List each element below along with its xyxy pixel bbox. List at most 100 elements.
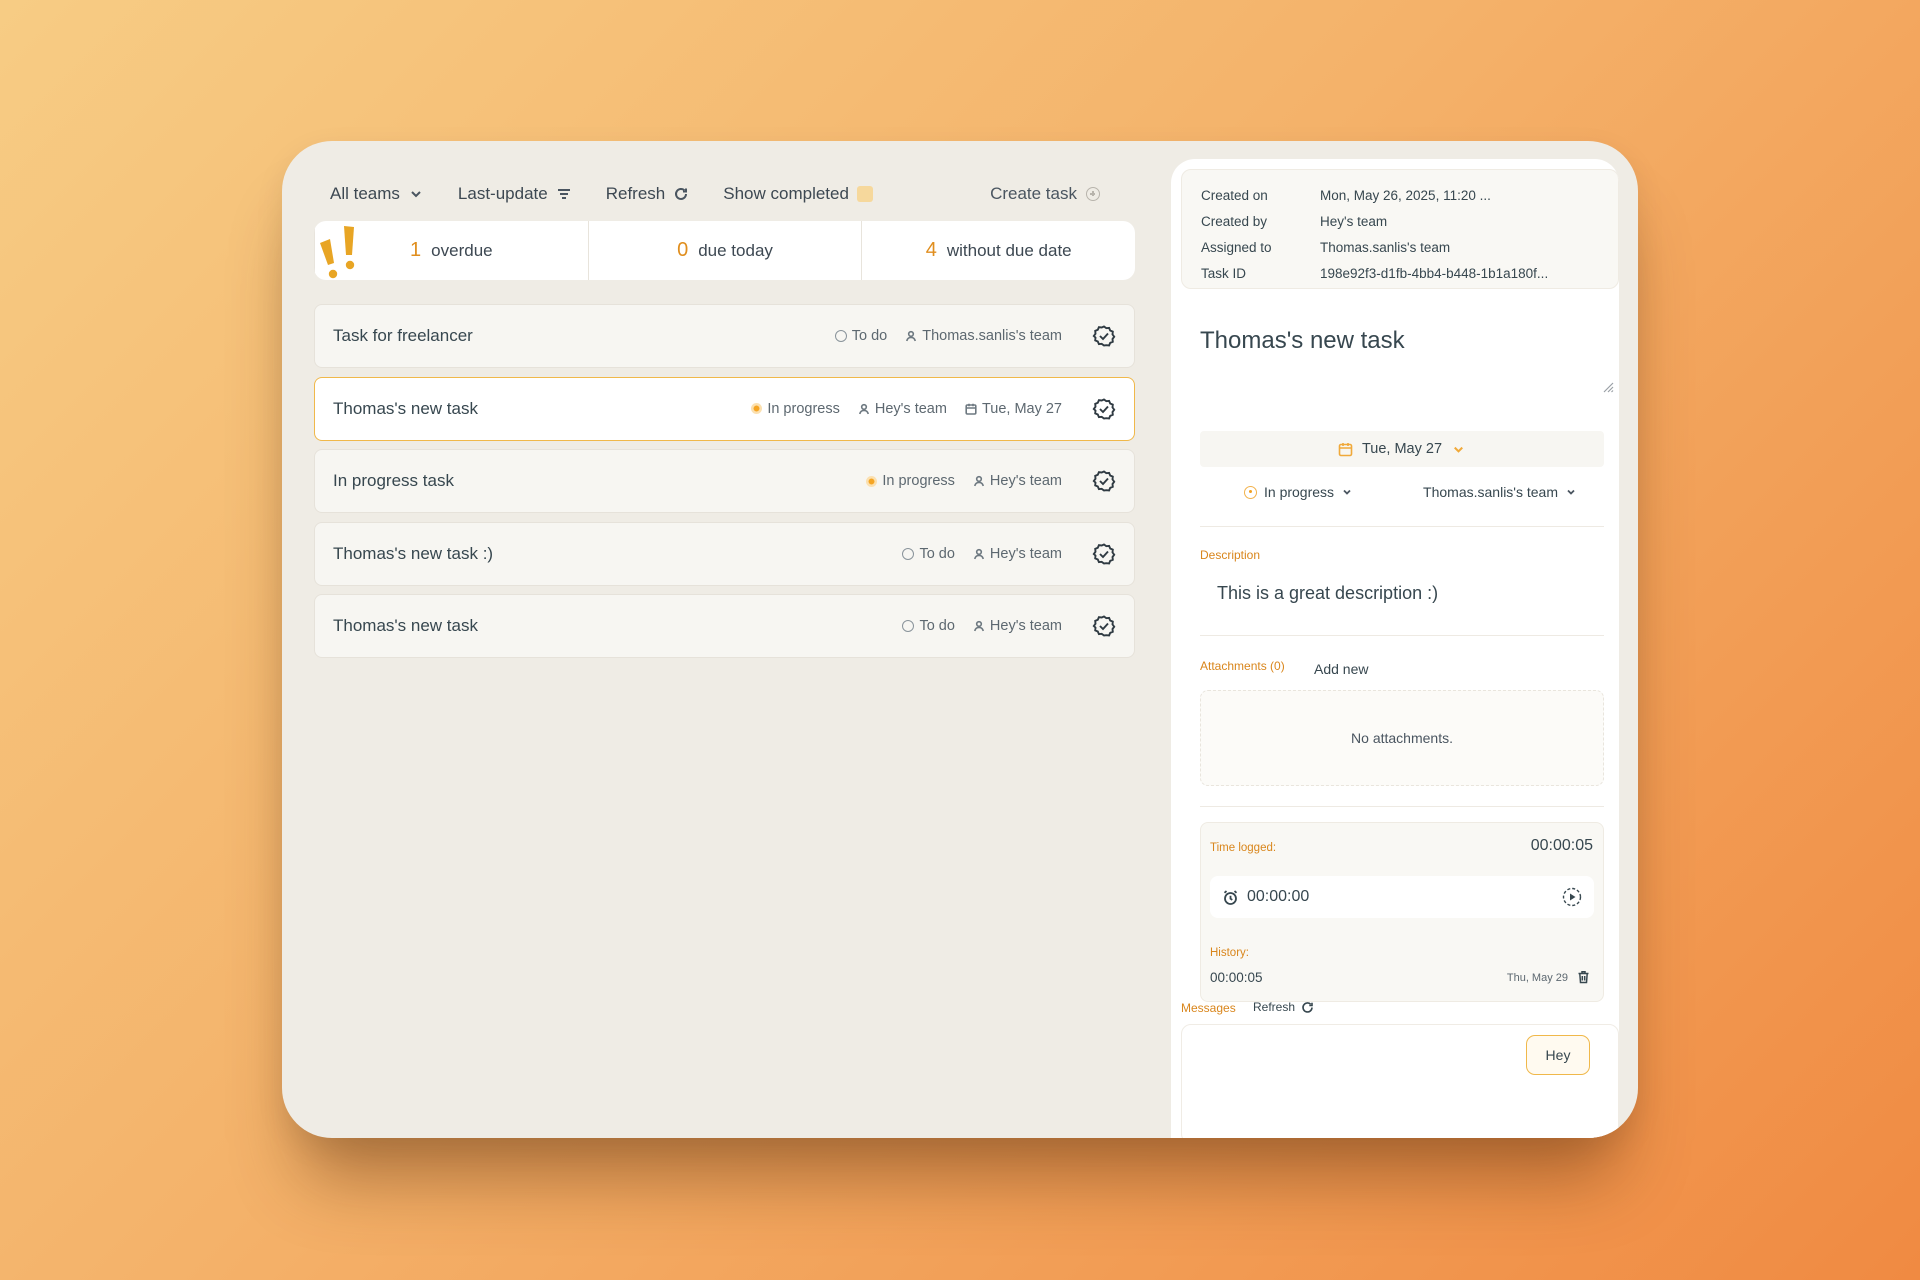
refresh-label: Refresh bbox=[605, 184, 666, 203]
task-due-date: Tue, May 27 bbox=[965, 401, 1062, 417]
description-input[interactable]: This is a great description :) bbox=[1217, 583, 1438, 604]
description-label: Description bbox=[1200, 548, 1261, 562]
messages-label: Messages bbox=[1181, 1001, 1236, 1015]
messages-refresh-label: Refresh bbox=[1253, 1000, 1296, 1014]
info-task-id: Task ID 198e92f3-d1fb-4bb4-b448-1b1a180f… bbox=[1201, 260, 1618, 286]
task-team-label: Hey's team bbox=[989, 473, 1062, 489]
plus-circle-icon bbox=[1086, 187, 1100, 201]
complete-task-button[interactable] bbox=[1092, 614, 1116, 638]
task-detail-panel: Created on Mon, May 26, 2025, 11:20 ... … bbox=[1171, 159, 1619, 1138]
task-title: Thomas's new task :) bbox=[333, 543, 494, 563]
chevron-down-icon bbox=[411, 191, 421, 198]
divider bbox=[1200, 526, 1604, 527]
task-status-label: In progress bbox=[767, 400, 840, 417]
refresh-button[interactable]: Refresh bbox=[606, 184, 690, 204]
check-badge-icon bbox=[1092, 325, 1116, 347]
check-badge-icon bbox=[1092, 615, 1116, 637]
user-icon bbox=[973, 620, 984, 632]
info-created-by: Created by Hey's team bbox=[1201, 208, 1618, 234]
info-key: Task ID bbox=[1201, 265, 1247, 281]
show-completed-toggle[interactable]: Show completed bbox=[723, 184, 873, 204]
attachments-label: Attachments (0) bbox=[1200, 659, 1285, 673]
time-logged-label: Time logged: bbox=[1210, 842, 1277, 854]
check-badge-icon bbox=[1092, 470, 1116, 492]
user-icon bbox=[906, 330, 917, 342]
todo-circle-icon bbox=[834, 330, 847, 342]
show-completed-label: Show completed bbox=[723, 184, 849, 203]
sort-dropdown[interactable]: Last-update bbox=[458, 184, 572, 204]
divider bbox=[1200, 806, 1604, 807]
teams-filter-label: All teams bbox=[330, 184, 400, 203]
trash-icon[interactable] bbox=[1577, 970, 1590, 984]
task-team-label: Hey's team bbox=[874, 400, 947, 417]
info-value: Mon, May 26, 2025, 11:20 ... bbox=[1320, 187, 1491, 203]
messages-refresh-button[interactable]: Refresh bbox=[1253, 1000, 1314, 1014]
history-label: History: bbox=[1210, 947, 1249, 959]
task-title-input[interactable]: Thomas's new task bbox=[1200, 327, 1405, 355]
todo-circle-icon bbox=[902, 620, 915, 632]
complete-task-button[interactable] bbox=[1092, 542, 1116, 566]
task-list: Task for freelancer To do Thomas.sanlis'… bbox=[314, 304, 1135, 667]
resize-grip-icon[interactable] bbox=[1602, 381, 1614, 393]
overdue-label: overdue bbox=[431, 240, 493, 260]
show-completed-checkbox[interactable] bbox=[856, 186, 873, 202]
stats-bar: 1 overdue 0 due today 4 without due date bbox=[314, 221, 1135, 280]
stat-due-today[interactable]: 0 due today bbox=[587, 221, 862, 280]
without-due-count: 4 bbox=[925, 239, 937, 261]
task-status-label: To do bbox=[919, 618, 955, 634]
task-team: Hey's team bbox=[973, 618, 1062, 634]
complete-task-button[interactable] bbox=[1092, 324, 1116, 348]
info-assigned-to: Assigned to Thomas.sanlis's team bbox=[1201, 234, 1618, 260]
task-info-card: Created on Mon, May 26, 2025, 11:20 ... … bbox=[1181, 169, 1619, 289]
status-label: In progress bbox=[1264, 484, 1335, 500]
due-date-picker[interactable]: Tue, May 27 bbox=[1200, 431, 1604, 467]
attachments-dropzone[interactable]: No attachments. bbox=[1200, 690, 1604, 786]
task-title: Thomas's new task bbox=[333, 616, 478, 635]
task-row-selected[interactable]: Thomas's new task In progress Hey's team… bbox=[314, 376, 1135, 441]
timer-value: 00:00:00 bbox=[1247, 888, 1310, 905]
task-row[interactable]: In progress task In progress Hey's team bbox=[314, 449, 1135, 513]
task-title: Thomas's new task bbox=[333, 398, 478, 418]
team-dropdown[interactable]: Thomas.sanlis's team bbox=[1423, 484, 1577, 500]
divider bbox=[1200, 635, 1604, 636]
task-status-label: To do bbox=[919, 545, 955, 562]
status-dropdown[interactable]: In progress bbox=[1244, 484, 1353, 500]
task-row[interactable]: Thomas's new task :) To do Hey's team bbox=[314, 521, 1135, 586]
complete-task-button[interactable] bbox=[1092, 469, 1116, 493]
user-icon bbox=[973, 475, 984, 487]
complete-task-button[interactable] bbox=[1092, 397, 1116, 421]
play-icon[interactable] bbox=[1562, 887, 1582, 907]
task-status: In progress bbox=[866, 473, 955, 489]
double-exclamation-icon bbox=[320, 226, 355, 279]
sort-label: Last-update bbox=[457, 184, 548, 203]
in-progress-icon bbox=[866, 475, 878, 487]
task-row[interactable]: Task for freelancer To do Thomas.sanlis'… bbox=[314, 304, 1135, 368]
stat-without-due-date[interactable]: 4 without due date bbox=[861, 221, 1135, 280]
chevron-down-icon bbox=[1454, 446, 1463, 453]
info-value: Thomas.sanlis's team bbox=[1320, 239, 1451, 255]
task-status: To do bbox=[902, 545, 955, 562]
info-key: Created by bbox=[1201, 213, 1268, 229]
calendar-icon bbox=[965, 403, 977, 415]
calendar-icon bbox=[1338, 442, 1353, 456]
add-attachment-button[interactable]: Add new bbox=[1314, 661, 1368, 677]
task-team-label: Thomas.sanlis's team bbox=[922, 328, 1062, 344]
team-label: Thomas.sanlis's team bbox=[1423, 484, 1558, 500]
task-team-label: Hey's team bbox=[989, 618, 1062, 634]
task-team: Thomas.sanlis's team bbox=[905, 328, 1062, 344]
task-status-label: In progress bbox=[882, 473, 955, 489]
task-status: In progress bbox=[751, 401, 840, 417]
task-team-label: Hey's team bbox=[989, 545, 1062, 562]
sort-filter-icon bbox=[557, 189, 570, 199]
time-logged-total: 00:00:05 bbox=[1530, 837, 1593, 854]
due-today-count: 0 bbox=[677, 239, 689, 261]
task-team: Hey's team bbox=[858, 401, 947, 417]
message-text: Hey bbox=[1545, 1047, 1571, 1063]
task-title: In progress task bbox=[333, 471, 454, 490]
create-task-button[interactable]: Create task bbox=[990, 184, 1100, 204]
check-badge-icon bbox=[1092, 542, 1116, 565]
teams-filter-dropdown[interactable]: All teams bbox=[330, 184, 424, 204]
info-key: Created on bbox=[1201, 187, 1268, 203]
timer-control: 00:00:00 bbox=[1210, 876, 1594, 918]
task-row[interactable]: Thomas's new task To do Hey's team bbox=[314, 594, 1135, 658]
